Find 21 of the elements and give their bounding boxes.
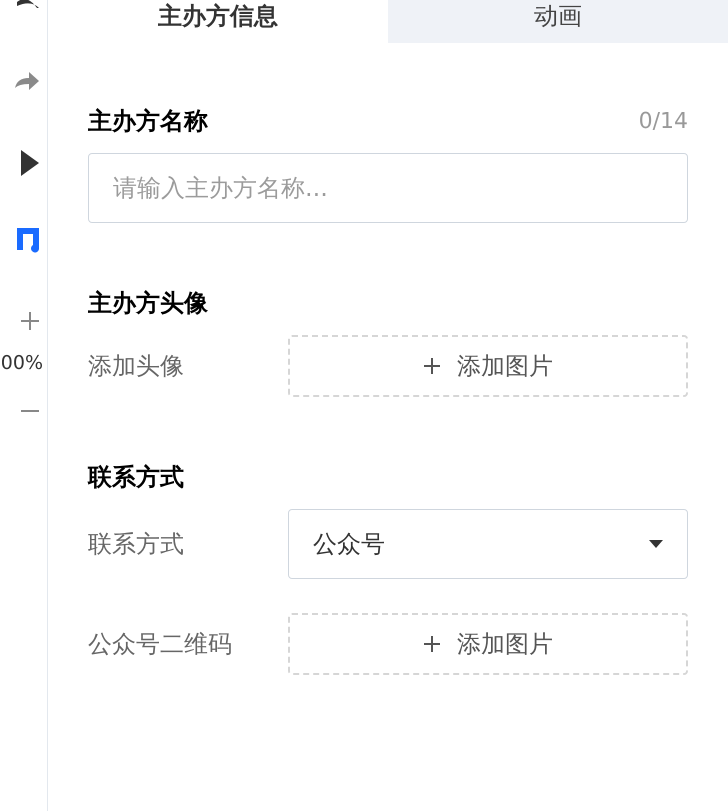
section-title: 主办方名称 — [88, 106, 208, 137]
field-label: 公众号二维码 — [88, 629, 233, 660]
char-counter: 0/14 — [638, 108, 688, 136]
section-title: 主办方头像 — [88, 288, 208, 319]
plus-icon — [423, 357, 441, 375]
zoom-level: 00% — [0, 354, 43, 373]
music-note-icon[interactable] — [17, 228, 39, 254]
add-image-button[interactable]: 添加图片 — [288, 335, 688, 397]
zoom-out-icon[interactable] — [21, 409, 39, 413]
zoom-in-icon[interactable] — [21, 312, 39, 330]
redo-icon[interactable] — [15, 70, 39, 92]
field-label: 添加头像 — [88, 351, 185, 382]
plus-icon — [423, 635, 441, 653]
section-title: 联系方式 — [88, 462, 184, 493]
field-label: 联系方式 — [88, 529, 185, 560]
contact-select[interactable]: 公众号 — [288, 509, 688, 579]
caret-down-icon — [649, 540, 663, 548]
name-input-field[interactable]: 请输入主办方名称... — [88, 153, 688, 223]
add-image-button[interactable]: 添加图片 — [288, 613, 688, 675]
play-icon[interactable] — [21, 150, 39, 176]
tab[interactable]: 动画 — [388, 0, 728, 43]
